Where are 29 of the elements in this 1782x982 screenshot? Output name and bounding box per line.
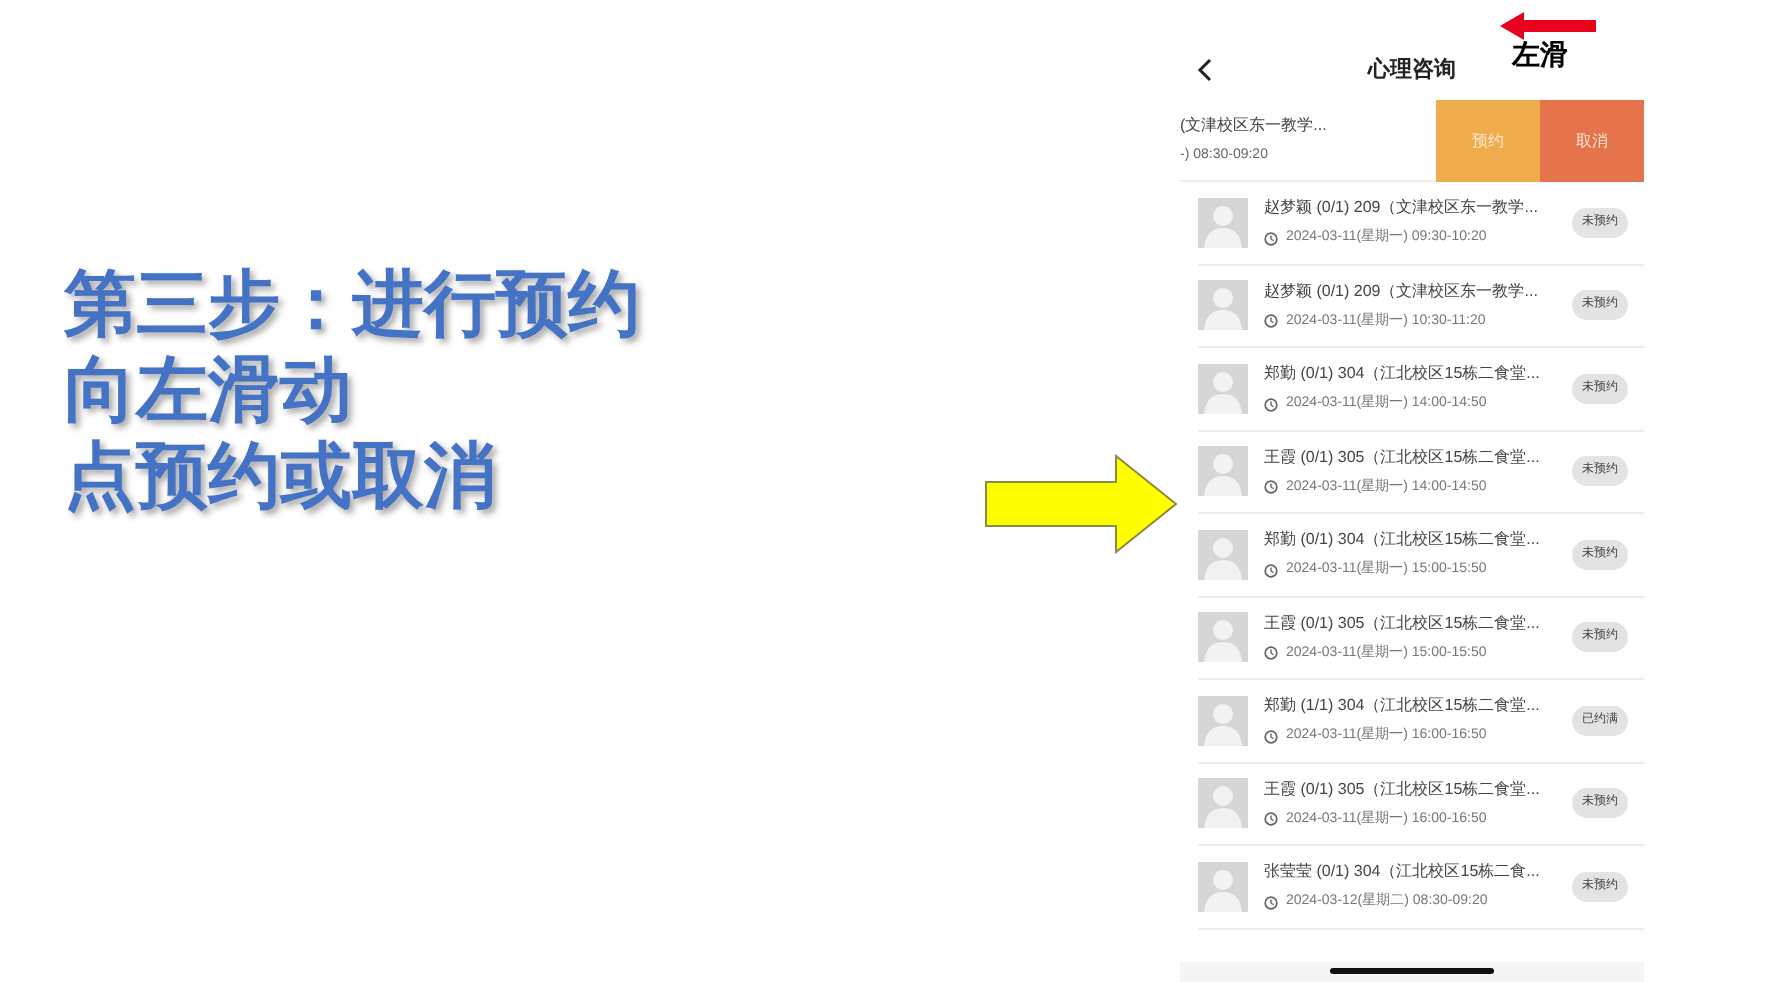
cancel-button[interactable]: 取消 (1540, 100, 1644, 182)
arrow-icon (984, 454, 1180, 554)
row-title: 郑勤 (1/1) 304（江北校区15栋二食堂... (1264, 694, 1542, 718)
row-title: 王霞 (0/1) 305（江北校区15栋二食堂... (1264, 777, 1542, 801)
arrow-icon (1500, 12, 1600, 40)
page-title: 心理咨询 (1368, 55, 1456, 86)
slide-heading-line: 第三步：进行预约 (64, 260, 640, 347)
clock-icon (1264, 480, 1278, 495)
clock-icon (1264, 812, 1278, 827)
back-icon[interactable] (1196, 58, 1212, 82)
clock-icon (1264, 729, 1278, 744)
row-title: 赵梦颖 (0/1) 209（文津校区东一教学... (1264, 279, 1540, 303)
slide-heading-line: 点预约或取消 (64, 432, 498, 520)
clock-icon (1264, 314, 1278, 329)
annotation-label: 左滑 (1512, 36, 1568, 74)
row-title: (文津校区东一教学... (1180, 113, 1329, 138)
row-title: 郑勤 (0/1) 304（江北校区15栋二食堂... (1264, 362, 1542, 386)
row-title: 赵梦颖 (0/1) 209（文津校区东一教学... (1264, 196, 1540, 220)
clock-icon (1264, 646, 1278, 661)
clock-icon (1264, 895, 1278, 910)
slide-heading-line: 向左滑动 (64, 346, 354, 433)
clock-icon (1264, 563, 1278, 578)
row-title: 王霞 (0/1) 305（江北校区15栋二食堂... (1264, 611, 1542, 635)
row-title: 郑勤 (0/1) 304（江北校区15栋二食堂... (1264, 528, 1542, 552)
row-title: 王霞 (0/1) 305（江北校区15栋二食堂... (1264, 445, 1542, 469)
clock-icon (1264, 397, 1278, 412)
clock-icon (1264, 231, 1278, 246)
book-button[interactable]: 预约 (1436, 100, 1540, 182)
row-title: 张莹莹 (0/1) 304（江北校区15栋二食... (1264, 860, 1542, 884)
